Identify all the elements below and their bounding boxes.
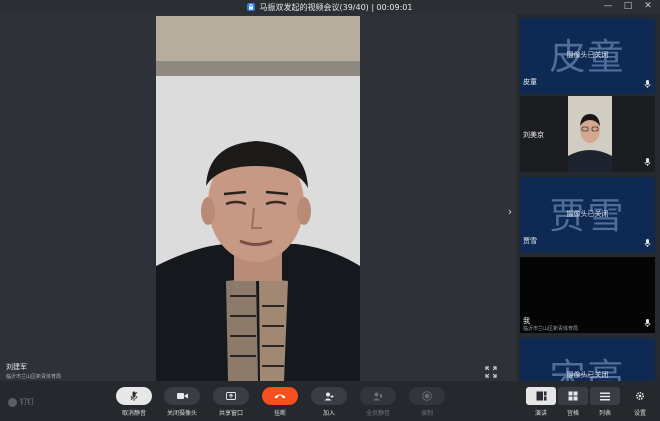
speaker-view-icon bbox=[536, 391, 546, 401]
mic-muted-icon bbox=[644, 319, 651, 327]
main-video[interactable] bbox=[156, 16, 360, 381]
participant-tile[interactable]: 贾雪 摄像头已关闭 贾雪 bbox=[520, 177, 655, 253]
participant-organization: 临沂市兰山区新青体育局 bbox=[523, 326, 579, 332]
app-logo: 钉钉 bbox=[8, 397, 34, 407]
close-icon[interactable]: ✕ bbox=[642, 1, 654, 11]
mic-muted-icon bbox=[644, 239, 651, 247]
view-grid-button[interactable]: 宫格 bbox=[557, 387, 589, 417]
presenter-name: 刘建军 bbox=[6, 363, 27, 371]
main-stage: › 刘建军 临沂市兰山区新青体育局 bbox=[0, 14, 517, 381]
title-bar: 马振双发起的视频会议(39/40) | 00:09:01 — □ ✕ bbox=[0, 0, 660, 14]
unmute-button[interactable]: 取消静音 bbox=[114, 387, 154, 417]
settings-button[interactable]: 设置 bbox=[624, 387, 656, 417]
camera-off-status: 摄像头已关闭 bbox=[566, 51, 609, 59]
minimize-icon[interactable]: — bbox=[602, 1, 614, 11]
participant-panel: ︿ 皮童 摄像头已关闭 皮童 刘美京 贾雪 摄像头已关闭 贾雪 我 临沂市兰山区… bbox=[517, 14, 660, 381]
grid-view-icon bbox=[568, 391, 578, 401]
participant-name: 贾雪 bbox=[523, 237, 537, 245]
hangup-button[interactable]: 挂断 bbox=[260, 387, 300, 417]
bottom-toolbar: 钉钉 取消静音 关闭摄像头 共享窗口 挂断 加入 全员静音 录制 演讲 宫格 列 bbox=[0, 381, 660, 421]
maximize-icon[interactable]: □ bbox=[622, 1, 634, 11]
record-button[interactable]: 录制 bbox=[407, 387, 447, 417]
view-speaker-button[interactable]: 演讲 bbox=[525, 387, 557, 417]
participant-name: 皮童 bbox=[523, 78, 537, 86]
add-participant-button[interactable]: 加入 bbox=[309, 387, 349, 417]
dingtalk-logo-icon bbox=[8, 397, 17, 407]
view-list-button[interactable]: 列表 bbox=[589, 387, 621, 417]
add-user-icon bbox=[324, 392, 334, 400]
chevron-down-icon[interactable]: ﹀ bbox=[520, 373, 655, 381]
share-screen-icon bbox=[226, 391, 236, 400]
fullscreen-icon[interactable] bbox=[485, 366, 497, 378]
gear-icon bbox=[635, 391, 645, 401]
share-window-button[interactable]: 共享窗口 bbox=[211, 387, 251, 417]
participant-video bbox=[568, 96, 612, 172]
participant-tile[interactable]: 宋亮 摄像头已关闭 ﹀ bbox=[520, 338, 655, 381]
app-logo-text: 钉钉 bbox=[20, 398, 34, 406]
presenter-organization: 临沂市兰山区新青体育局 bbox=[6, 374, 62, 380]
record-icon bbox=[422, 391, 432, 401]
participant-tile[interactable]: 皮童 摄像头已关闭 皮童 bbox=[520, 18, 655, 94]
participant-tile[interactable]: 刘美京 bbox=[520, 96, 655, 172]
camera-off-status: 摄像头已关闭 bbox=[566, 210, 609, 218]
mute-all-icon bbox=[373, 392, 382, 400]
mic-muted-icon bbox=[644, 80, 651, 88]
mic-muted-icon bbox=[644, 158, 651, 166]
camera-icon bbox=[176, 393, 188, 399]
phone-hangup-icon bbox=[274, 394, 286, 399]
mic-muted-icon bbox=[130, 391, 138, 401]
camera-off-button[interactable]: 关闭摄像头 bbox=[162, 387, 202, 417]
list-view-icon bbox=[600, 392, 610, 400]
mute-all-button[interactable]: 全员静音 bbox=[358, 387, 398, 417]
presenter-video-frame bbox=[156, 16, 360, 381]
participant-name: 刘美京 bbox=[523, 131, 544, 139]
window-title: 马振双发起的视频会议(39/40) | 00:09:01 bbox=[259, 2, 413, 12]
chevron-right-icon[interactable]: › bbox=[505, 202, 515, 220]
lock-icon bbox=[247, 3, 256, 11]
participant-tile-self[interactable]: 我 临沂市兰山区新青体育局 bbox=[520, 257, 655, 333]
